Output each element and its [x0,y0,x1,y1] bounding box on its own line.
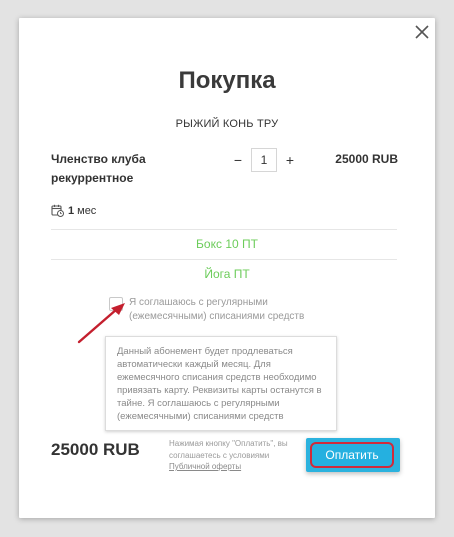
duration-value: 1 [68,204,75,217]
legal-text: Нажимая кнопку "Оплатить", вы соглашаете… [169,439,288,460]
agreement-label: Я соглашаюсь с регулярными (ежемесячными… [129,297,305,322]
agreement-row: Я соглашаюсь с регулярными (ежемесячными… [109,296,329,324]
service-item: Бокс 10 ПТ [196,237,258,251]
purchase-modal: Покупка РЫЖИЙ КОНЬ ТРУ Членство клуба ре… [19,18,435,518]
public-offer-link[interactable]: Публичной оферты [169,462,241,471]
page-backdrop: Покупка РЫЖИЙ КОНЬ ТРУ Членство клуба ре… [0,0,454,537]
pay-button-frame: Оплатить [306,438,400,472]
calendar-clock-icon [51,204,64,217]
product-name: Членство клуба рекуррентное [51,152,146,185]
product-price: 25000 RUB [335,152,398,166]
duration-unit: мес [77,204,97,217]
divider [51,259,397,260]
increase-quantity-button[interactable]: + [283,152,297,168]
product-duration: 1 мес [51,204,96,217]
legal-note: Нажимая кнопку "Оплатить", вы соглашаете… [169,438,299,473]
decrease-quantity-button[interactable]: − [231,152,245,168]
modal-title: Покупка [178,67,276,94]
pay-button[interactable]: Оплатить [310,442,394,468]
divider [51,229,397,230]
quantity-input[interactable] [251,148,277,172]
agreement-tooltip: Данный абонемент будет продлеваться авто… [105,336,337,431]
close-icon[interactable] [414,24,430,40]
total-price: 25000 RUB [51,440,140,459]
club-name: РЫЖИЙ КОНЬ ТРУ [175,118,279,130]
service-item: Йога ПТ [204,267,250,281]
quantity-stepper: − + [231,148,297,172]
